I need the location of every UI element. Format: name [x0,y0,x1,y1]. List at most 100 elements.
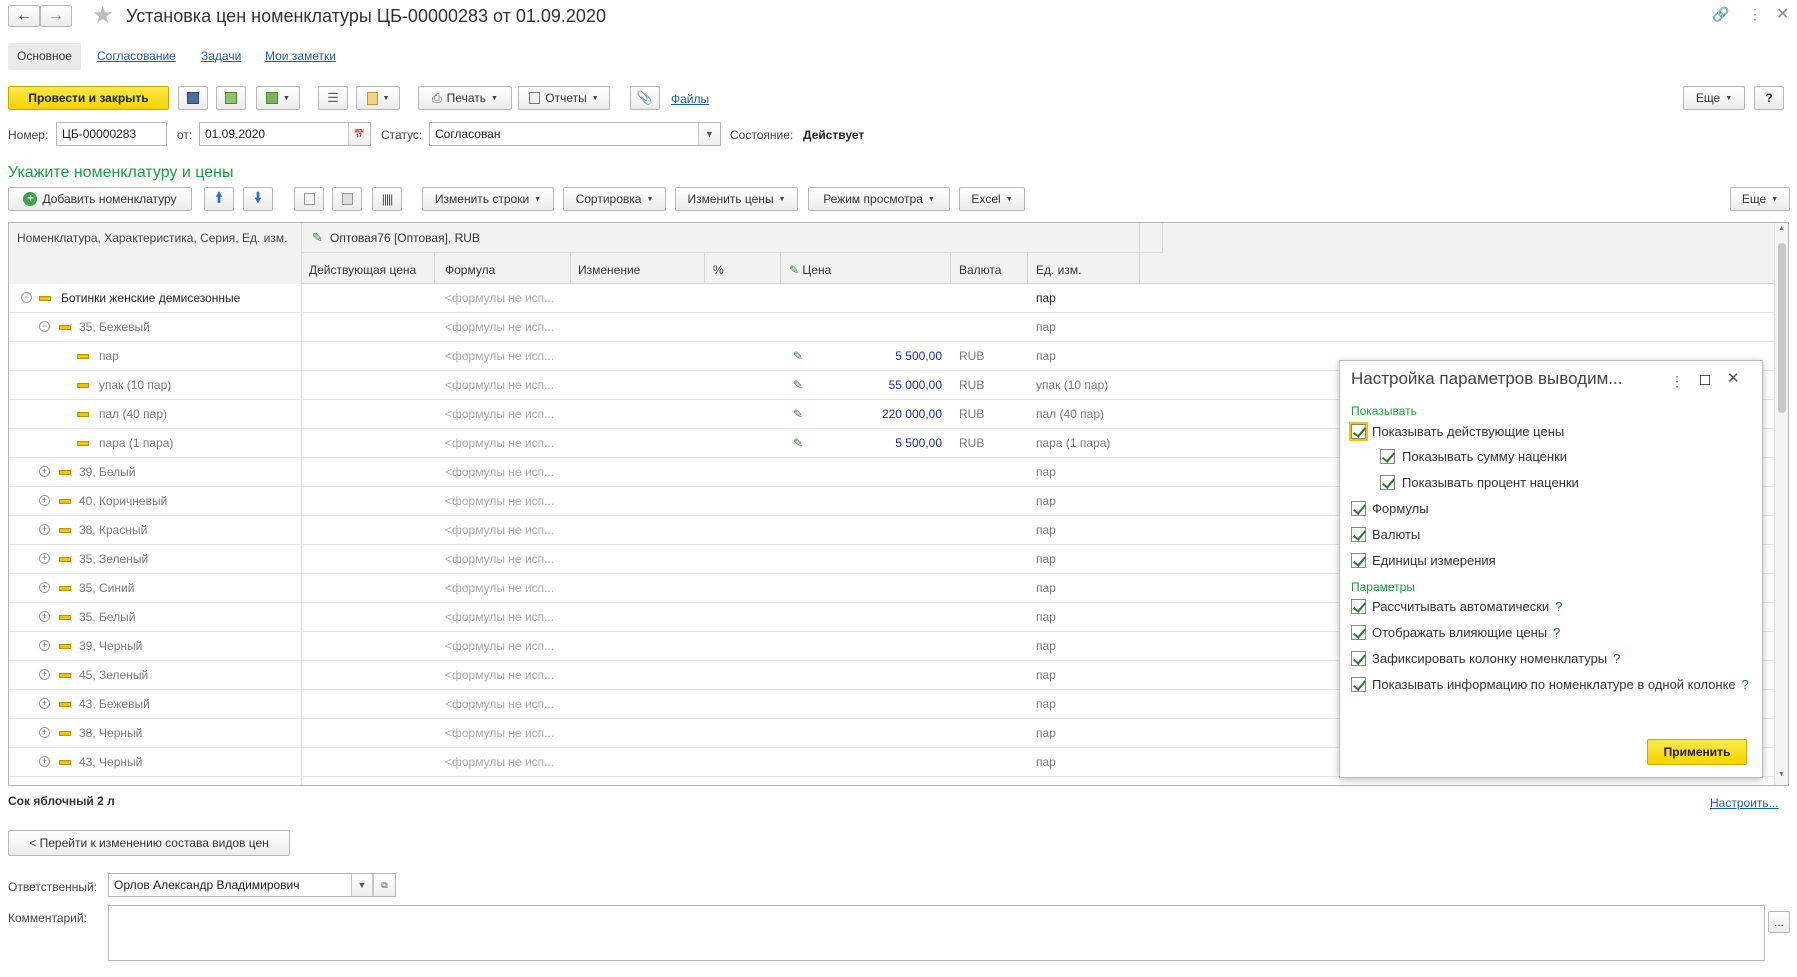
favorite-star-icon[interactable]: ★ [92,1,114,30]
fix-column-checkbox[interactable] [1351,651,1366,666]
structure-button[interactable]: ▼ [356,86,400,110]
formulas-checkbox[interactable] [1351,501,1366,516]
apply-button[interactable]: Применить [1647,739,1747,765]
comment-field[interactable] [108,905,1765,961]
table-row[interactable]: − Ботинки женские демисезонные <формулы … [9,284,1774,313]
close-icon[interactable]: ✕ [1727,369,1740,387]
expand-toggle-icon[interactable]: + [39,582,50,593]
calendar-icon[interactable]: 📅 [348,123,370,145]
pencil-icon[interactable]: ✎ [793,429,803,458]
header-col-nomenclature: Номенклатура, Характеристика, Серия, Ед.… [9,223,301,284]
responsible-field[interactable]: Орлов Александр Владимирович ▼ ⧉ [108,873,396,897]
more-button[interactable]: Еще ▼ [1683,86,1745,110]
show-current-prices-label: Показывать действующие цены [1372,424,1565,439]
table-more-button[interactable]: Еще ▼ [1730,187,1790,211]
status-label: Статус: [381,128,423,142]
pencil-icon[interactable]: ✎ [793,400,803,429]
reports-button[interactable]: Отчеты ▼ [518,86,610,110]
print-button[interactable]: ⎙ Печать ▼ [418,86,512,110]
show-influencing-prices-checkbox[interactable] [1351,625,1366,640]
open-icon[interactable]: ⧉ [373,874,395,896]
settings-popup[interactable]: Настройка параметров выводим... ⋮ ✕ Пока… [1339,360,1763,778]
configure-link[interactable]: Настроить... [1710,796,1779,810]
expand-toggle-icon[interactable]: + [39,698,50,709]
attach-button[interactable]: 📎 [630,86,660,110]
link-icon[interactable]: 🔗 [1712,6,1729,23]
tab-tasks[interactable]: Задачи [201,49,241,63]
responsible-label: Ответственный: [8,880,98,894]
currencies-checkbox[interactable] [1351,527,1366,542]
close-icon[interactable]: ✕ [1776,4,1789,24]
pencil-icon[interactable]: ✎ [793,342,803,371]
scroll-thumb[interactable] [1778,243,1786,413]
add-nomenclature-button[interactable]: + Добавить номенклатуру [8,187,192,211]
expand-toggle-icon[interactable]: + [39,727,50,738]
help-question-icon[interactable]: ? [1742,677,1749,692]
paperclip-icon: 📎 [636,90,654,105]
expand-toggle-icon[interactable]: + [39,756,50,767]
help-question-icon[interactable]: ? [1555,599,1562,614]
back-button[interactable]: ← [8,5,40,27]
post-and-close-button[interactable]: Провести и закрыть [8,86,169,110]
forward-button[interactable]: → [40,5,72,27]
chevron-down-icon[interactable]: ▼ [351,874,373,896]
single-column-checkbox[interactable] [1351,677,1366,692]
help-button[interactable]: ? [1754,86,1784,110]
create-based-on-button[interactable]: ▼ [256,86,300,110]
show-markup-sum-checkbox[interactable] [1380,449,1395,464]
scroll-up-icon[interactable]: ▲ [1778,225,1785,232]
pencil-icon[interactable]: ✎ [793,371,803,400]
maximize-icon[interactable] [1700,375,1710,385]
status-select[interactable]: Согласован ▼ [429,122,721,146]
show-markup-percent-checkbox[interactable] [1380,475,1395,490]
help-question-icon[interactable]: ? [1553,625,1560,640]
date-field[interactable]: 01.09.2020 📅 [199,122,371,146]
expand-toggle-icon[interactable]: + [39,640,50,651]
characteristic-icon [59,528,71,533]
table-row[interactable]: − 35, Бежевый <формулы не исп... пар [9,313,1774,342]
floppy-icon [187,92,199,104]
goto-price-types-button[interactable]: < Перейти к изменению состава видов цен [8,830,290,856]
tab-approval[interactable]: Согласование [97,49,176,63]
barcode-button[interactable]: ||||| [372,187,402,211]
move-down-button[interactable]: 🠛 [243,187,273,211]
view-mode-button[interactable]: Режим просмотра ▼ [808,187,950,211]
journal-button[interactable]: ☰ [318,86,348,110]
expand-toggle-icon[interactable]: + [39,495,50,506]
number-field[interactable]: ЦБ-00000283 [56,122,167,146]
scroll-down-icon[interactable]: ▼ [1778,771,1785,778]
units-checkbox[interactable] [1351,553,1366,568]
show-current-prices-checkbox[interactable] [1349,422,1368,441]
expand-toggle-icon[interactable]: + [39,611,50,622]
vertical-scrollbar[interactable]: ▲ ▼ [1774,223,1788,785]
comment-edit-button[interactable]: ... [1768,911,1790,933]
help-question-icon[interactable]: ? [1613,651,1620,666]
sort-button[interactable]: Сортировка ▼ [563,187,666,211]
change-prices-button[interactable]: Изменить цены ▼ [675,187,798,211]
kebab-menu-icon[interactable]: ⋮ [1748,6,1762,23]
expand-toggle-icon[interactable]: + [39,553,50,564]
collapse-toggle-icon[interactable]: − [39,321,50,332]
characteristic-icon [59,615,71,620]
collapse-toggle-icon[interactable]: − [21,292,32,303]
price-tag-icon: ✎ [312,230,323,245]
tab-my-notes[interactable]: Мои заметки [265,49,336,63]
copy-button[interactable] [294,187,324,211]
move-up-button[interactable]: 🠙 [204,187,234,211]
excel-button[interactable]: Excel ▼ [959,187,1025,211]
characteristic-icon [59,325,71,330]
expand-toggle-icon[interactable]: + [39,466,50,477]
expand-toggle-icon[interactable]: + [39,524,50,535]
auto-calc-checkbox[interactable] [1351,599,1366,614]
save-button[interactable] [178,86,208,110]
tab-main[interactable]: Основное [8,43,81,70]
post-button[interactable] [216,86,246,110]
change-rows-button[interactable]: Изменить строки ▼ [422,187,554,211]
expand-toggle-icon[interactable]: + [39,669,50,680]
files-link[interactable]: Файлы [671,92,709,106]
state-label: Состояние: [730,128,794,142]
paste-button[interactable] [332,187,362,211]
kebab-menu-icon[interactable]: ⋮ [1670,373,1684,390]
arrow-up-icon: 🠙 [215,189,223,205]
chevron-down-icon[interactable]: ▼ [698,123,720,145]
